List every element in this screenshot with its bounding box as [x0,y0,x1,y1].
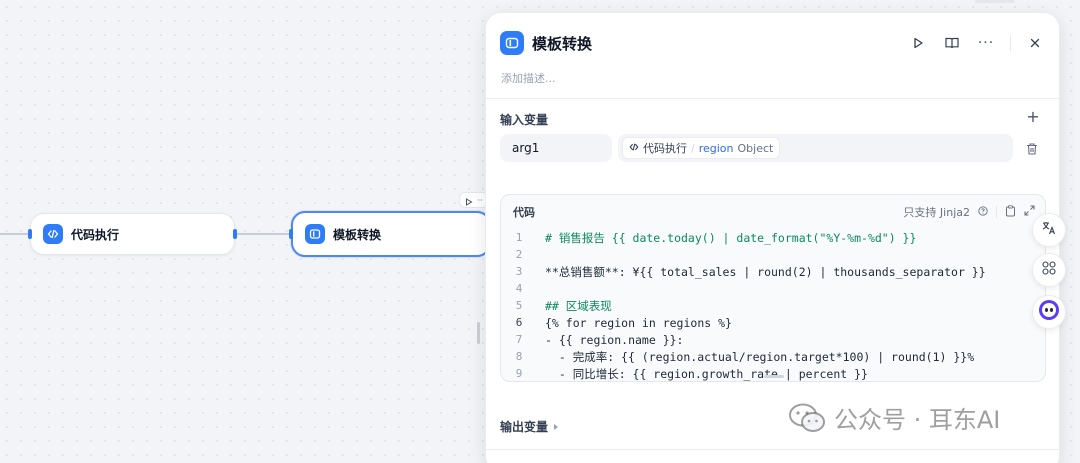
code-line: 1 # 销售报告 {{ date.today() | date_format("%… [515,230,917,245]
divider [1010,35,1011,51]
play-icon[interactable] [465,191,473,210]
apps-icon [1041,260,1057,280]
translate-icon [1041,220,1057,240]
watermark: 公众号 · 耳东AI [788,400,1000,435]
code-line: 2 [515,248,523,261]
expand-icon[interactable] [1024,205,1035,219]
code-icon [43,224,63,244]
run-button[interactable] [908,33,928,53]
node-input-handle[interactable] [289,229,293,239]
wechat-logo-icon [788,403,826,433]
code-line: 9 - 同比增长: {{ region.growth_rate | percen… [515,366,868,381]
separator: / [691,141,695,155]
assistant-button[interactable] [1032,295,1066,329]
apps-button[interactable] [1032,253,1066,287]
translate-button[interactable] [1032,213,1066,247]
editor-resize-handle[interactable] [764,375,784,378]
variable-name-field[interactable]: arg1 [500,134,612,162]
assistant-icon [1038,299,1060,325]
add-variable-button[interactable]: + [1025,109,1041,125]
variable-reference-chip: 代码执行 / region Object [622,137,781,159]
field-type: Object [737,141,774,155]
code-icon [629,142,639,155]
code-line: 6 {% for region in regions %} [515,315,732,330]
source-field-name: region [698,141,734,155]
caret-right-icon [554,423,559,430]
divider [996,206,997,218]
template-icon [500,31,524,55]
edge-code-to-template [236,233,292,235]
node-template[interactable]: 模板转换 [291,211,491,257]
code-line: 4 [515,282,523,295]
output-variables-title: 输出变量 [500,420,549,434]
code-line: 8 - 完成率: {{ (region.actual/region.target… [515,349,975,364]
node-output-handle[interactable] [233,229,237,239]
code-editor[interactable]: 代码 只支持 Jinja2 1 # 销售报告 {{ date.today() | … [500,194,1046,382]
jinja-hint: 只支持 Jinja2 [903,206,970,219]
node-code-exec[interactable]: 代码执行 [30,213,235,255]
canvas-scroll-thumb[interactable] [477,322,480,344]
code-line: 3 **总销售额**: ¥{{ total_sales | round(2) | … [515,264,986,279]
node-title: 代码执行 [71,227,120,242]
input-variables-title: 输入变量 [500,113,549,127]
help-icon[interactable] [978,205,988,219]
code-lines[interactable]: 1 # 销售报告 {{ date.today() | date_format("%… [501,229,1045,381]
delete-variable-icon[interactable] [1025,141,1039,155]
edge-in [0,233,30,235]
copy-icon[interactable] [1005,204,1016,220]
code-label: 代码 [513,206,535,219]
panel-header: 模板转换 ··· [500,29,1045,57]
watermark-text: 公众号 · 耳东AI [834,406,1001,434]
source-node-name: 代码执行 [643,142,687,155]
variable-reference-select[interactable]: 代码执行 / region Object [618,134,1013,162]
code-line: 7- {{ region.name }}: [515,332,684,347]
more-icon[interactable]: ··· [976,33,996,53]
node-config-panel: 模板转换 ··· 添加描述... 输入变量 + arg1 代码执行 / regi… [485,12,1060,463]
divider [486,98,1059,99]
node-title: 模板转换 [333,227,382,242]
top-edge-stub [975,0,1015,3]
panel-title: 模板转换 [532,34,593,53]
divider [486,449,1059,450]
description-input[interactable]: 添加描述... [501,70,556,86]
close-icon[interactable] [1025,33,1045,53]
node-input-handle[interactable] [28,229,32,239]
book-icon[interactable] [942,33,962,53]
code-line: 5 ## 区域表现 [515,298,612,313]
output-variables-toggle[interactable]: 输出变量 [500,418,559,435]
template-icon [305,224,325,244]
more-icon[interactable]: ·· [477,196,482,205]
